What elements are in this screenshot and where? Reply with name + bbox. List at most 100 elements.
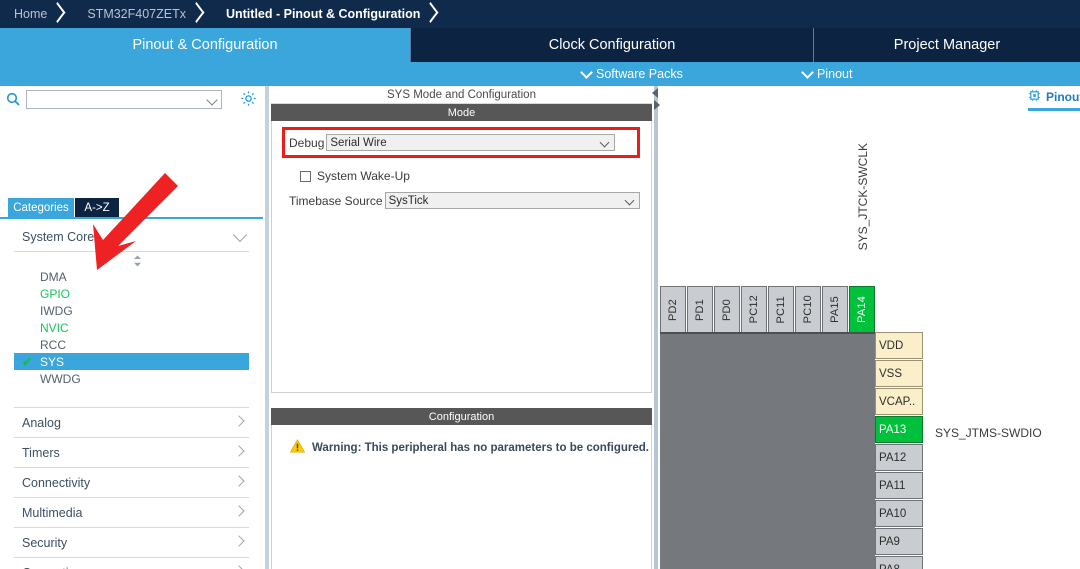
breadcrumb: Home STM32F407ZETx Untitled - Pinout & C… — [0, 0, 1080, 28]
pin-label: PA14 — [856, 296, 868, 323]
pin-pa9[interactable]: PA9 — [875, 528, 923, 555]
pin-vcap[interactable]: VCAP.. — [875, 388, 923, 415]
category-multimedia[interactable]: Multimedia — [14, 498, 249, 528]
pin-pc11[interactable]: PC11 — [768, 286, 794, 333]
configuration-section-header: Configuration — [271, 408, 652, 425]
category-connectivity[interactable]: Connectivity — [14, 468, 249, 498]
pin-vss[interactable]: VSS — [875, 360, 923, 387]
pin-pa12[interactable]: PA12 — [875, 444, 923, 471]
system-wakeup-checkbox[interactable] — [300, 170, 311, 182]
category-label: Analog — [22, 415, 61, 430]
stm32cubemx-window: Home STM32F407ZETx Untitled - Pinout & C… — [0, 0, 1080, 569]
chevron-down-icon — [624, 195, 635, 206]
chip-package-body — [660, 332, 875, 569]
pin-pa8[interactable]: PA8 — [875, 556, 923, 569]
category-label: Timers — [22, 445, 60, 460]
chevron-down-icon — [801, 65, 814, 79]
pin-pd1[interactable]: PD1 — [687, 286, 713, 333]
menu-pinout[interactable]: Pinout — [801, 62, 853, 86]
main-tab-bar: Pinout & Configuration Clock Configurati… — [0, 28, 1080, 62]
gear-icon[interactable] — [240, 90, 257, 110]
spinner-icon[interactable] — [132, 255, 143, 267]
pin-pd0[interactable]: PD0 — [714, 286, 740, 333]
breadcrumb-label: STM32F407ZETx — [87, 7, 186, 21]
chevron-down-icon — [232, 227, 248, 243]
category-label: Security — [22, 535, 68, 550]
peripheral-label: RCC — [40, 337, 66, 352]
menu-software-packs[interactable]: Software Packs — [580, 62, 683, 86]
tab-clock-configuration[interactable]: Clock Configuration — [411, 28, 814, 62]
chevron-right-icon — [233, 505, 245, 517]
timebase-select[interactable]: SysTick — [384, 192, 640, 209]
pin-label: PD2 — [667, 298, 679, 321]
chevron-down-icon — [599, 137, 610, 148]
pin-label: VSS — [879, 367, 903, 380]
tab-a-to-z[interactable]: A->Z — [75, 198, 119, 217]
category-security[interactable]: Security — [14, 528, 249, 558]
category-timers[interactable]: Timers — [14, 438, 249, 468]
system-wakeup-row[interactable]: System Wake-Up — [300, 169, 410, 183]
peripheral-list: DMA GPIO IWDG NVIC RCC ✔ SYS WWDG — [14, 252, 249, 408]
configuration-section-body: Warning: This peripheral has no paramete… — [271, 425, 652, 569]
pin-pc12[interactable]: PC12 — [741, 286, 767, 333]
pin-pa15[interactable]: PA15 — [822, 286, 848, 333]
pin-label: VCAP.. — [879, 395, 916, 408]
sidebar-splitter[interactable] — [263, 86, 271, 569]
splitter-bar — [265, 86, 269, 569]
peripheral-item-gpio[interactable]: GPIO — [14, 285, 249, 302]
category-computing[interactable]: Computing — [14, 558, 249, 569]
peripheral-item-rcc[interactable]: RCC — [14, 336, 249, 353]
breadcrumb-item-device[interactable]: STM32F407ZETx — [73, 0, 186, 28]
category-analog[interactable]: Analog — [14, 408, 249, 438]
pin-vdd[interactable]: VDD — [875, 332, 923, 359]
pin-pa11[interactable]: PA11 — [875, 472, 923, 499]
breadcrumb-chevron-icon — [186, 0, 212, 28]
menu-label: Software Packs — [596, 67, 683, 81]
pin-pc10[interactable]: PC10 — [795, 286, 821, 333]
pin-label: VDD — [879, 339, 904, 352]
chip-icon — [1028, 89, 1041, 105]
tab-categories[interactable]: Categories — [8, 198, 74, 217]
peripheral-item-dma[interactable]: DMA — [14, 268, 249, 285]
mode-section-body: Debug Serial Wire System Wake-Up Timebas… — [271, 121, 652, 393]
tab-pinout-configuration[interactable]: Pinout & Configuration — [0, 28, 411, 62]
pin-label: PA15 — [829, 296, 841, 323]
peripheral-item-sys[interactable]: ✔ SYS — [14, 353, 249, 370]
pin-pa13[interactable]: PA13 — [875, 416, 923, 443]
splitter-bar — [654, 86, 658, 569]
category-system-core[interactable]: System Core — [14, 222, 249, 252]
pin-pa14[interactable]: PA14 — [849, 286, 875, 333]
tab-label: Project Manager — [893, 37, 1001, 53]
peripheral-item-nvic[interactable]: NVIC — [14, 319, 249, 336]
tab-label: Pinout & Configuration — [132, 37, 278, 53]
peripheral-label: DMA — [40, 269, 67, 284]
system-wakeup-label: System Wake-Up — [317, 169, 410, 183]
warning-message: Warning: This peripheral has no paramete… — [272, 439, 651, 456]
chevron-right-icon — [233, 475, 245, 487]
timebase-value: SysTick — [388, 194, 429, 207]
peripheral-label: WWDG — [40, 371, 81, 386]
breadcrumb-item-home[interactable]: Home — [0, 0, 47, 28]
configuration-panel: SYS Mode and Configuration Mode Debug Se… — [271, 86, 652, 569]
peripheral-item-iwdg[interactable]: IWDG — [14, 302, 249, 319]
pin-label: PA12 — [879, 451, 907, 464]
pin-label: PA9 — [879, 535, 900, 548]
breadcrumb-item-current[interactable]: Untitled - Pinout & Configuration — [212, 0, 420, 28]
search-box[interactable] — [26, 89, 222, 109]
pinout-view: Pinout SYS_JTCK-SWCLK PD2 PD1 PD0 PC12 P… — [660, 86, 1080, 569]
tab-project-manager[interactable]: Project Manager — [814, 28, 1080, 62]
chevron-right-icon — [233, 565, 245, 569]
collapse-left-arrow-icon[interactable] — [652, 88, 658, 98]
chevron-down-icon[interactable] — [206, 93, 218, 106]
pin-label: PA13 — [879, 423, 907, 436]
pin-pa10[interactable]: PA10 — [875, 500, 923, 527]
pinout-button-label: Pinout — [1046, 90, 1080, 104]
breadcrumb-chevron-icon — [47, 0, 73, 28]
pinout-toggle-button[interactable]: Pinout — [1028, 88, 1080, 106]
menu-label: Pinout — [817, 67, 853, 81]
pin-pd2[interactable]: PD2 — [660, 286, 686, 333]
peripheral-item-wwdg[interactable]: WWDG — [14, 370, 249, 387]
search-input[interactable] — [27, 91, 203, 107]
debug-select[interactable]: Serial Wire — [326, 134, 616, 151]
center-right-splitter[interactable] — [652, 86, 660, 569]
